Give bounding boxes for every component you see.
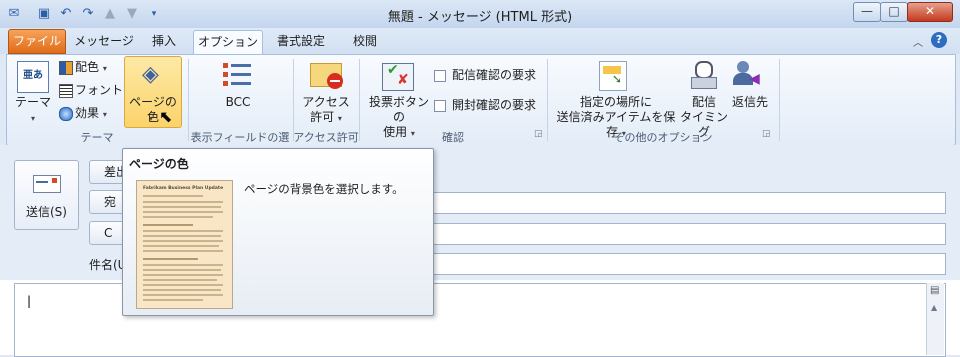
thumbnail-heading: Fabrikam Business Plan Update	[143, 186, 224, 191]
tab-message[interactable]: メッセージ	[74, 30, 134, 52]
dialog-launcher-icon[interactable]: ◲	[534, 129, 543, 139]
tab-format[interactable]: 書式設定	[268, 30, 334, 52]
reply-to-icon: ◀	[733, 61, 765, 89]
paint-bucket-icon: ◈	[142, 62, 159, 87]
group-label-permission: アクセス許可	[293, 131, 359, 144]
permission-button[interactable]: アクセス 許可 ▾	[299, 95, 353, 126]
envelope-icon	[310, 63, 343, 89]
fonts-button[interactable]: フォント ▾	[75, 83, 131, 99]
minimize-button[interactable]: —	[853, 2, 881, 22]
theme-button[interactable]: テーマ ▾	[13, 95, 53, 126]
send-button[interactable]: 送信(S)	[14, 160, 79, 230]
ruler-icon[interactable]: ▤	[930, 285, 939, 296]
colors-button[interactable]: 配色 ▾	[75, 60, 107, 76]
fonts-icon	[59, 84, 73, 98]
ribbon-tab-row: ファイル メッセージ 挿入 オプション 書式設定 校閲 ︿ ?	[0, 28, 960, 56]
collapse-ribbon-icon[interactable]: ︿	[913, 34, 923, 49]
tab-options[interactable]: オプション	[193, 30, 263, 56]
vertical-scrollbar[interactable]: ▤ ▲	[926, 283, 944, 355]
page-color-button[interactable]: ◈ ページの色 ▾ ⬉	[124, 56, 182, 128]
mouse-cursor-icon: ⬉	[159, 107, 173, 126]
tab-file[interactable]: ファイル	[8, 29, 66, 54]
group-label-more-options: その他のオプション	[613, 131, 713, 144]
scroll-up-icon[interactable]: ▲	[931, 303, 937, 312]
tab-review[interactable]: 校閲	[342, 30, 388, 52]
ribbon: 亜あ テーマ▾ 配色 ▾ フォント ▾ 効果 ▾ ◈ ページの色 ▾ ⬉ テーマ…	[6, 54, 956, 160]
dialog-launcher-icon[interactable]: ◲	[762, 129, 771, 139]
read-receipt-checkbox[interactable]	[434, 100, 446, 112]
help-icon[interactable]: ?	[931, 32, 947, 48]
tooltip-description: ページの背景色を選択します。	[244, 182, 404, 196]
tooltip-title: ページの色	[129, 157, 189, 171]
close-button[interactable]: ✕	[907, 2, 953, 22]
maximize-button[interactable]: □	[880, 2, 908, 22]
group-label-theme: テーマ	[80, 131, 114, 144]
effects-button[interactable]: 効果 ▾	[75, 106, 107, 122]
bcc-button[interactable]: BCC	[213, 95, 263, 110]
theme-icon: 亜あ	[17, 61, 49, 93]
effects-icon	[59, 107, 73, 121]
delivery-receipt-label[interactable]: 配信確認の要求	[452, 68, 536, 83]
bcc-icon	[223, 61, 253, 89]
window-title: 無題 - メッセージ (HTML 形式)	[387, 10, 573, 25]
reply-to-button[interactable]: 返信先	[727, 95, 773, 110]
title-bar: ✉ ▣ ↶ ↷ ▲ ▼ ▾ 無題 - メッセージ (HTML 形式) — □ ✕	[0, 0, 960, 29]
send-icon	[33, 175, 61, 193]
delay-delivery-icon	[688, 61, 718, 89]
group-label-tracking: 確認	[442, 131, 464, 144]
tab-insert[interactable]: 挿入	[144, 30, 184, 52]
subject-label: 件名(U	[89, 258, 127, 272]
voting-icon: ✔ ✘	[382, 62, 414, 91]
read-receipt-label[interactable]: 開封確認の要求	[452, 98, 536, 113]
save-sent-icon: ➘	[599, 61, 627, 91]
delivery-receipt-checkbox[interactable]	[434, 70, 446, 82]
text-cursor: |	[27, 294, 32, 308]
page-color-tooltip: ページの色 ページの背景色を選択します。 Fabrikam Business P…	[122, 148, 434, 316]
colors-icon	[59, 61, 73, 75]
tooltip-preview-thumbnail: Fabrikam Business Plan Update	[136, 180, 233, 309]
